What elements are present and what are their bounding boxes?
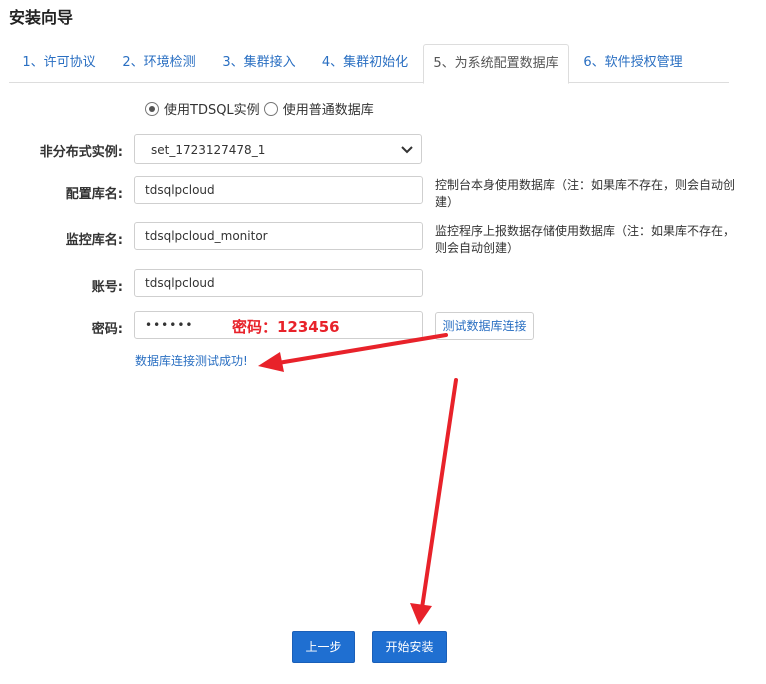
instance-label: 非分布式实例: — [39, 145, 123, 160]
tab-license[interactable]: 1、许可协议 — [9, 44, 109, 82]
annotation-arrows — [258, 333, 458, 625]
radio-normal-db[interactable] — [263, 101, 278, 116]
instance-select[interactable]: set_1723127478_1 — [134, 134, 422, 164]
password-annotation: 密码：123456 — [232, 318, 340, 336]
prev-button[interactable]: 上一步 — [292, 631, 355, 663]
tab-cluster-access[interactable]: 3、集群接入 — [209, 44, 309, 82]
password-label: 密码: — [91, 322, 123, 337]
monitor-db-hint: 监控程序上报数据存储使用数据库（注：如果库不存在，则会自动创建） — [435, 224, 736, 255]
tab-cluster-init[interactable]: 4、集群初始化 — [309, 44, 421, 82]
db-type-radio-group: 使用TDSQL实例 使用普通数据库 — [145, 99, 374, 118]
tab-environment-check[interactable]: 2、环境检测 — [109, 44, 209, 82]
monitor-db-label: 监控库名: — [65, 233, 123, 248]
instance-select-value: set_1723127478_1 — [151, 143, 266, 157]
radio-normal-db-label[interactable]: 使用普通数据库 — [283, 99, 374, 118]
tab-license-management[interactable]: 6、软件授权管理 — [574, 44, 692, 82]
arrow-to-success-message — [258, 333, 448, 372]
arrow-to-install-button — [410, 378, 458, 625]
account-label: 账号: — [91, 280, 123, 295]
page-title: 安装向导 — [9, 8, 74, 27]
connection-success-message: 数据库连接测试成功! — [135, 354, 248, 368]
wizard-tabs: 1、许可协议 2、环境检测 3、集群接入 4、集群初始化 5、为系统配置数据库 … — [9, 44, 729, 84]
start-install-button[interactable]: 开始安装 — [372, 631, 447, 663]
radio-tdsql-label[interactable]: 使用TDSQL实例 — [164, 99, 260, 118]
config-db-hint: 控制台本身使用数据库（注：如果库不存在，则会自动创建） — [435, 178, 736, 209]
monitor-db-input[interactable]: tdsqlpcloud_monitor — [134, 222, 423, 250]
radio-tdsql[interactable] — [145, 101, 159, 116]
config-db-input[interactable]: tdsqlpcloud — [134, 176, 423, 204]
config-db-label: 配置库名: — [65, 187, 123, 202]
test-connection-button[interactable]: 测试数据库连接 — [435, 312, 534, 340]
tab-configure-database[interactable]: 5、为系统配置数据库 — [423, 44, 569, 84]
account-input[interactable]: tdsqlpcloud — [134, 269, 423, 297]
chevron-down-icon — [401, 135, 413, 177]
